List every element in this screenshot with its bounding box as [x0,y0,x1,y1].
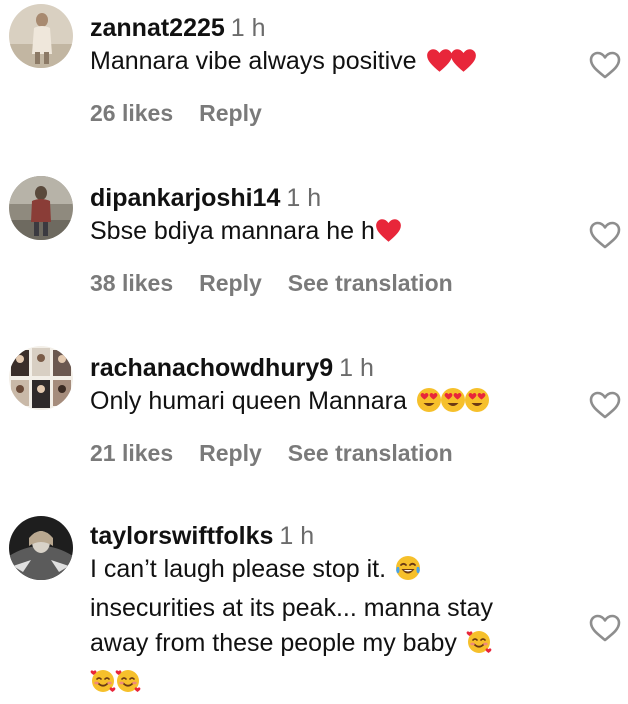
like-button[interactable] [588,390,622,420]
comment-header: taylorswiftfolks 1 h [90,520,560,552]
comment-time: 1 h [339,354,374,382]
username[interactable]: zannat2225 [90,14,225,42]
see-translation-button[interactable]: See translation [288,270,453,296]
like-button[interactable] [588,50,622,80]
heart-eyes-icon [464,387,490,423]
likes-count[interactable]: 38 likes [90,270,173,296]
avatar[interactable] [9,176,73,240]
red-heart-icon [450,48,477,83]
avatar[interactable] [9,346,73,410]
comment-actions: 38 likes Reply See translation [90,270,479,297]
heart-eyes-icon [440,387,466,423]
heart-outline-icon [589,221,621,249]
comment-text-line [90,665,560,704]
comment-time: 1 h [279,522,315,550]
likes-count[interactable]: 26 likes [90,100,173,126]
comment-header: zannat2225 1 h [90,12,560,44]
comment-text-content: Sbse bdiya mannara he h [90,217,375,245]
username[interactable]: taylorswiftfolks [90,522,273,550]
smiling-face-with-hearts-icon [466,629,492,665]
username[interactable]: dipankarjoshi14 [90,184,280,212]
comment-text-content: away from these people my baby [90,629,457,657]
comment-actions: 26 likes Reply [90,100,288,127]
comment-time: 1 h [230,14,266,42]
heart-outline-icon [589,51,621,79]
comment-header: rachanachowdhury9 1 h [90,352,560,384]
comment-text-content: Mannara vibe always positive [90,47,417,75]
reply-button[interactable]: Reply [199,100,262,126]
like-button[interactable] [588,220,622,250]
red-heart-icon [426,48,453,83]
comment-text-line: I can’t laugh please stop it. [90,552,560,591]
username[interactable]: rachanachowdhury9 [90,354,333,382]
like-button[interactable] [588,613,622,643]
comment-text: Mannara vibe always positive [90,44,560,83]
comment-actions: 21 likes Reply See translation [90,440,479,467]
comment-text-line: away from these people my baby [90,626,560,665]
comment-text-content: Only humari queen Mannara [90,387,407,415]
smiling-face-with-hearts-icon [115,668,141,704]
smiling-face-with-hearts-icon [90,668,116,704]
likes-count[interactable]: 21 likes [90,440,173,466]
see-translation-button[interactable]: See translation [288,440,453,466]
comment-time: 1 h [286,184,322,212]
reply-button[interactable]: Reply [199,270,262,296]
heart-outline-icon [589,391,621,419]
comment-text: Sbse bdiya mannara he h [90,214,560,253]
comment-text-line: insecurities at its peak... manna stay [90,594,493,622]
heart-outline-icon [589,614,621,642]
avatar[interactable] [9,4,73,68]
comment-text-content: I can’t laugh please stop it. [90,555,387,583]
tears-of-joy-icon [395,555,421,591]
avatar[interactable] [9,516,73,580]
comment-text: Only humari queen Mannara [90,384,560,423]
reply-button[interactable]: Reply [199,440,262,466]
heart-eyes-icon [416,387,442,423]
red-heart-icon [375,218,402,253]
comment-header: dipankarjoshi14 1 h [90,182,560,214]
comment-text: I can’t laugh please stop it. insecuriti… [90,552,560,704]
